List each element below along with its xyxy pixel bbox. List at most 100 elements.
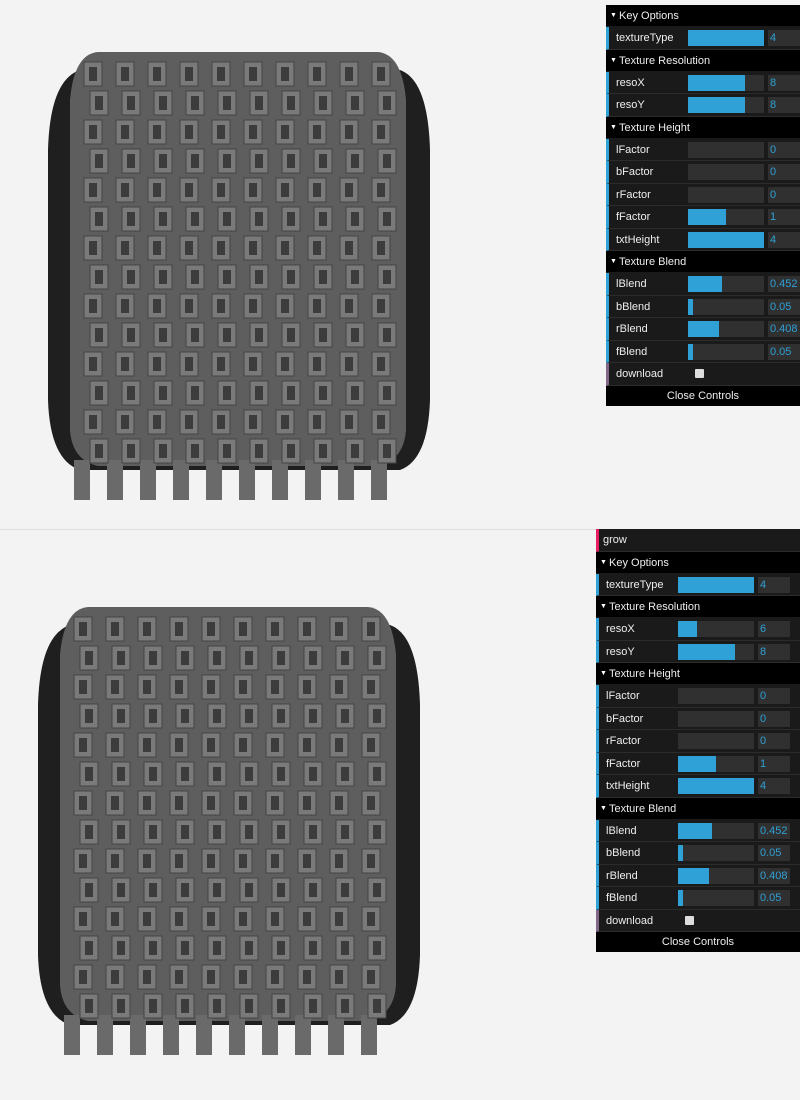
close-controls-button[interactable]: Close Controls bbox=[596, 932, 800, 952]
slider[interactable] bbox=[688, 30, 764, 46]
number-input[interactable]: 0 bbox=[768, 164, 800, 180]
number-input[interactable]: 4 bbox=[758, 778, 790, 794]
number-input[interactable]: 0 bbox=[768, 186, 800, 203]
tread-block-slot bbox=[95, 328, 103, 342]
slider[interactable] bbox=[688, 231, 764, 248]
tread-block-slot bbox=[249, 125, 257, 139]
tread-block-slot bbox=[149, 941, 157, 955]
number-input[interactable]: 8 bbox=[768, 97, 800, 113]
control-bfactor: bFactor 0 bbox=[596, 707, 800, 730]
folder-title[interactable]: ▼ Texture Resolution bbox=[606, 49, 800, 72]
slider[interactable] bbox=[688, 74, 764, 91]
tread-block-slot bbox=[111, 970, 119, 984]
number-input[interactable]: 8 bbox=[758, 643, 790, 660]
tread-block-slot bbox=[111, 622, 119, 636]
number-input[interactable]: 4 bbox=[768, 30, 800, 46]
tread-lug bbox=[196, 1015, 212, 1055]
number-input[interactable]: 0.408 bbox=[768, 321, 800, 337]
tread-lug bbox=[97, 1015, 113, 1055]
slider[interactable] bbox=[678, 688, 754, 704]
slider-fill bbox=[688, 30, 764, 46]
tread-block-slot bbox=[341, 767, 349, 781]
download-checkbox[interactable] bbox=[695, 369, 704, 378]
folder-title[interactable]: ▼ Texture Height bbox=[606, 116, 800, 139]
tread-block-slot bbox=[373, 999, 381, 1013]
number-input[interactable]: 0.452 bbox=[758, 822, 790, 839]
control-lblend: lBlend 0.452 bbox=[606, 273, 800, 296]
number-input[interactable]: 1 bbox=[758, 755, 790, 772]
slider[interactable] bbox=[688, 298, 764, 315]
tread-block-slot bbox=[255, 212, 263, 226]
folder-title[interactable]: ▼ Texture Blend bbox=[596, 797, 800, 820]
folder-title[interactable]: ▼ Texture Blend bbox=[606, 251, 800, 273]
number-input[interactable]: 0 bbox=[768, 141, 800, 158]
slider[interactable] bbox=[688, 164, 764, 180]
slider[interactable] bbox=[688, 141, 764, 158]
slider[interactable] bbox=[688, 186, 764, 203]
tread-block-slot bbox=[117, 651, 125, 665]
tread-block-slot bbox=[303, 912, 311, 926]
slider[interactable] bbox=[678, 845, 754, 861]
control-texturetype: textureType 4 bbox=[606, 27, 800, 50]
number-input[interactable]: 4 bbox=[758, 576, 790, 593]
slider[interactable] bbox=[678, 643, 754, 660]
number-input[interactable]: 0.05 bbox=[758, 845, 790, 861]
slider[interactable] bbox=[678, 621, 754, 637]
slider[interactable] bbox=[688, 343, 764, 360]
slider[interactable] bbox=[678, 576, 754, 593]
slider[interactable] bbox=[688, 276, 764, 292]
number-input[interactable]: 6 bbox=[758, 621, 790, 637]
control-label: lBlend bbox=[616, 278, 647, 290]
slider[interactable] bbox=[678, 890, 754, 906]
folder-title[interactable]: ▼ Key Options bbox=[606, 5, 800, 27]
control-label: lFactor bbox=[606, 690, 640, 702]
slider[interactable] bbox=[678, 710, 754, 727]
tread-block-slot bbox=[377, 67, 385, 81]
folder-title[interactable]: ▼ Texture Resolution bbox=[596, 596, 800, 618]
tire-model-bottom[interactable] bbox=[30, 595, 440, 1075]
folder-title[interactable]: ▼ Texture Height bbox=[596, 663, 800, 685]
tread-block-slot bbox=[223, 386, 231, 400]
tread-block-slot bbox=[181, 651, 189, 665]
number-input[interactable]: 8 bbox=[768, 74, 800, 91]
number-input[interactable]: 0.05 bbox=[758, 890, 790, 906]
download-checkbox[interactable] bbox=[685, 915, 694, 925]
tread-block-slot bbox=[245, 825, 253, 839]
tread-block-slot bbox=[143, 622, 151, 636]
tread-block-slot bbox=[335, 738, 343, 752]
slider[interactable] bbox=[678, 822, 754, 839]
number-input[interactable]: 0.05 bbox=[768, 298, 800, 315]
tread-block-slot bbox=[255, 386, 263, 400]
tread-block-slot bbox=[373, 767, 381, 781]
tread-block-slot bbox=[149, 883, 157, 897]
number-input[interactable]: 0.452 bbox=[768, 276, 800, 292]
number-input[interactable]: 0 bbox=[758, 733, 790, 749]
number-input[interactable]: 1 bbox=[768, 209, 800, 225]
slider[interactable] bbox=[688, 321, 764, 337]
tire-model-top[interactable] bbox=[40, 40, 450, 520]
slider-fill bbox=[688, 276, 723, 292]
slider[interactable] bbox=[678, 867, 754, 884]
tread-block-slot bbox=[245, 709, 253, 723]
text-input[interactable]: grow bbox=[603, 529, 627, 551]
folder-title[interactable]: ▼ Key Options bbox=[596, 551, 800, 574]
number-input[interactable]: 0.408 bbox=[758, 867, 790, 884]
slider[interactable] bbox=[678, 733, 754, 749]
tread-block-slot bbox=[159, 270, 167, 284]
control-texturetype: textureType 4 bbox=[596, 573, 800, 596]
tread-block-slot bbox=[213, 883, 221, 897]
slider[interactable] bbox=[688, 97, 764, 113]
tread-block-slot bbox=[313, 415, 321, 429]
number-input[interactable]: 0.05 bbox=[768, 343, 800, 360]
slider[interactable] bbox=[678, 755, 754, 772]
slider[interactable] bbox=[688, 209, 764, 225]
number-input[interactable]: 4 bbox=[768, 231, 800, 248]
close-controls-button[interactable]: Close Controls bbox=[606, 385, 800, 406]
folder-texture-height: ▼ Texture Height lFactor 0 bFactor 0 rFac… bbox=[596, 663, 800, 798]
tread-block-slot bbox=[303, 796, 311, 810]
number-input[interactable]: 0 bbox=[758, 710, 790, 727]
slider[interactable] bbox=[678, 778, 754, 794]
tread-block-slot bbox=[217, 415, 225, 429]
number-input[interactable]: 0 bbox=[758, 688, 790, 704]
tread-block-slot bbox=[303, 680, 311, 694]
